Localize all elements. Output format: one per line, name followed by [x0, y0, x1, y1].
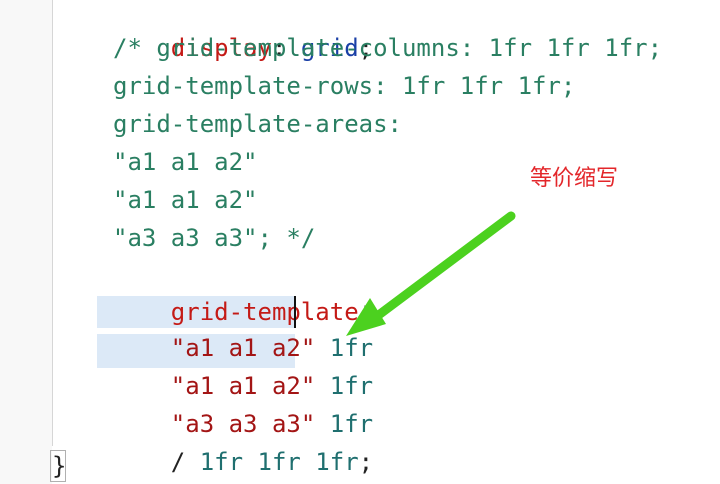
semicolon: ;: [358, 448, 374, 476]
code-line-comment[interactable]: /* grid-template-columns: 1fr 1fr 1fr;: [113, 30, 662, 66]
code-line-comment[interactable]: "a3 a3 a3"; */: [113, 220, 315, 256]
editor-gutter: [0, 0, 52, 484]
code-line-comment[interactable]: "a1 a1 a2": [113, 144, 258, 180]
column-sizes: 1fr 1fr 1fr: [199, 448, 359, 476]
code-line[interactable]: "a1 a1 a2" 1fr: [113, 332, 373, 400]
text-caret: [294, 296, 296, 328]
gutter-divider: [52, 0, 53, 446]
code-line[interactable]: "a1 a1 a2" 1fr: [113, 294, 373, 362]
code-line[interactable]: grid-template:: [113, 258, 373, 326]
code-line-comment[interactable]: grid-template-rows: 1fr 1fr 1fr;: [113, 68, 575, 104]
closing-brace[interactable]: }: [52, 448, 66, 484]
code-line-comment[interactable]: "a1 a1 a2": [113, 182, 258, 218]
code-line[interactable]: / 1fr 1fr 1fr;: [113, 408, 373, 476]
code-line[interactable]: "a3 a3 a3" 1fr: [113, 370, 373, 438]
code-line-comment[interactable]: grid-template-areas:: [113, 106, 402, 142]
code-editor[interactable]: display: grid; /* grid-template-columns:…: [0, 0, 720, 484]
ibeam-cursor-icon: I: [363, 304, 368, 320]
code-line[interactable]: display: grid;: [113, 0, 373, 62]
annotation-label: 等价缩写: [530, 166, 619, 191]
slash: /: [170, 448, 200, 476]
